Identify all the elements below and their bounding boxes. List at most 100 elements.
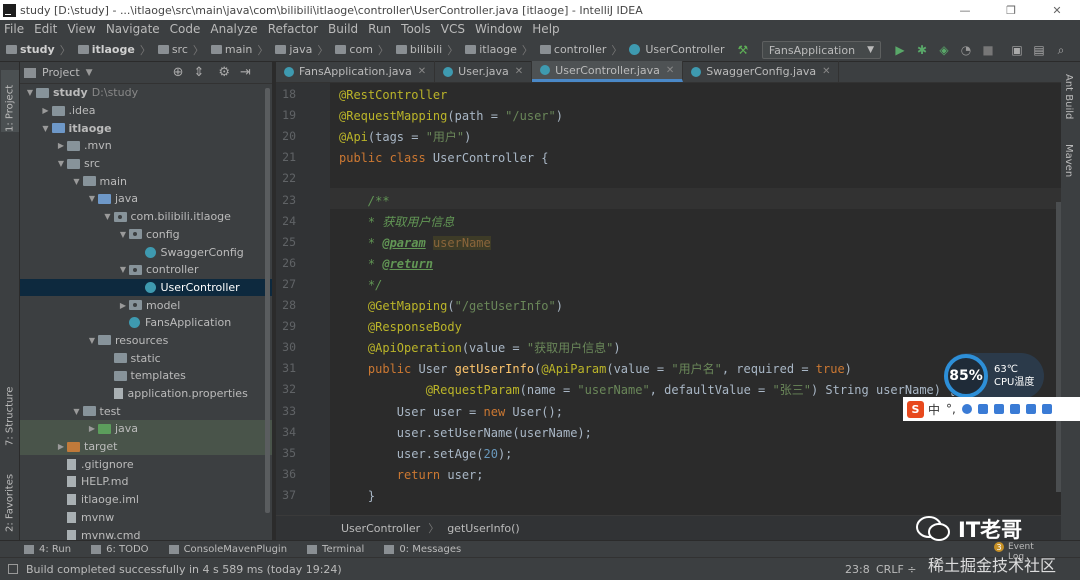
coverage-icon[interactable]: ◈	[936, 42, 952, 58]
breadcrumb-item[interactable]: java 〉	[275, 42, 331, 58]
tree-item[interactable]: ▼ itlaoge	[20, 119, 272, 137]
maximize-button[interactable]: ❐	[988, 0, 1034, 20]
collapse-icon[interactable]: ⇕	[193, 65, 204, 80]
tree-item[interactable]: ▼ com.bilibili.itlaoge	[20, 208, 272, 226]
tree-item[interactable]: SwaggerConfig	[20, 243, 272, 261]
hide-icon[interactable]: ⇥	[240, 65, 251, 80]
close-tab-icon[interactable]: ✕	[418, 66, 426, 77]
project-scrollbar[interactable]	[265, 88, 270, 513]
breadcrumb-item[interactable]: study 〉	[6, 42, 74, 58]
bottom-tool-tab[interactable]: 4: Run	[24, 544, 71, 555]
bottom-tool-tab[interactable]: 0: Messages	[384, 544, 461, 555]
keyboard-icon[interactable]	[993, 404, 1004, 414]
tree-item[interactable]: ▼ java	[20, 190, 272, 208]
expand-down-icon[interactable]: ▼	[102, 212, 114, 221]
code-line[interactable]: /**	[339, 191, 390, 212]
favorites-tool-tab[interactable]: 2: Favorites	[1, 460, 19, 532]
menu-navigate[interactable]: Navigate	[106, 22, 160, 36]
expand-right-icon[interactable]: ▶	[55, 141, 67, 150]
tree-item[interactable]: HELP.md	[20, 473, 272, 491]
expand-down-icon[interactable]: ▼	[86, 194, 98, 203]
tree-item[interactable]: ▼ controller	[20, 261, 272, 279]
code-line[interactable]: public User getUserInfo(@ApiParam(value …	[339, 359, 852, 380]
bottom-tool-tab[interactable]: 6: TODO	[91, 544, 149, 555]
code-line[interactable]: * 获取用户信息	[339, 212, 454, 233]
tree-item[interactable]: ▶ java	[20, 420, 272, 438]
breadcrumb-item[interactable]: itlaoge 〉	[77, 42, 154, 58]
tree-item[interactable]: static	[20, 349, 272, 367]
expand-right-icon[interactable]: ▶	[86, 424, 98, 433]
tree-item[interactable]: itlaoge.iml	[20, 491, 272, 509]
tree-item[interactable]: UserController	[20, 278, 272, 297]
shirt-icon[interactable]	[1025, 404, 1036, 414]
microphone-icon[interactable]	[977, 404, 988, 414]
menu-file[interactable]: File	[4, 22, 24, 36]
menu-build[interactable]: Build	[328, 22, 358, 36]
profile-icon[interactable]: ◔	[958, 42, 974, 58]
minimize-button[interactable]: —	[942, 0, 988, 20]
menu-refactor[interactable]: Refactor	[268, 22, 318, 36]
locate-icon[interactable]: ⊕	[173, 65, 184, 80]
tree-item[interactable]: .gitignore	[20, 455, 272, 473]
code-line[interactable]: user.setUserName(userName);	[339, 423, 592, 444]
code-line[interactable]: @RequestMapping(path = "/user")	[339, 106, 563, 127]
expand-down-icon[interactable]: ▼	[55, 159, 67, 168]
ime-chinese-mode[interactable]: 中	[928, 401, 940, 418]
breadcrumb-item[interactable]: controller 〉	[539, 42, 625, 58]
code-line[interactable]: return user;	[339, 465, 484, 486]
bottom-tool-tab[interactable]: ConsoleMavenPlugin	[168, 544, 287, 555]
project-panel-title[interactable]: Project	[42, 66, 80, 79]
tree-item[interactable]: ▼ main	[20, 172, 272, 190]
close-tab-icon[interactable]: ✕	[666, 65, 674, 76]
menu-view[interactable]: View	[67, 22, 95, 36]
code-line[interactable]: @Api(tags = "用户")	[339, 127, 471, 148]
code-line[interactable]: public class UserController {	[339, 148, 549, 169]
expand-down-icon[interactable]: ▼	[40, 124, 52, 133]
code-line[interactable]: }	[339, 486, 375, 507]
skin-icon[interactable]	[1009, 404, 1020, 414]
debug-icon[interactable]: ✱	[914, 42, 930, 58]
menu-window[interactable]: Window	[475, 22, 522, 36]
breadcrumb-class[interactable]: UserController	[341, 522, 420, 535]
expand-right-icon[interactable]: ▶	[117, 301, 129, 310]
code-line[interactable]: @RestController	[339, 85, 447, 106]
tree-item[interactable]: FansApplication	[20, 314, 272, 332]
tree-item[interactable]: ▼ study D:\study	[20, 84, 272, 102]
search-icon[interactable]: ⌕	[1053, 42, 1069, 58]
expand-down-icon[interactable]: ▼	[117, 265, 129, 274]
tree-item[interactable]: ▼ test	[20, 402, 272, 420]
ant-build-tab[interactable]: Ant Build	[1063, 74, 1074, 119]
menu-code[interactable]: Code	[170, 22, 201, 36]
stop-icon[interactable]: ■	[980, 42, 996, 58]
code-line[interactable]: user.setAge(20);	[339, 444, 513, 465]
tree-item[interactable]: ▶ .mvn	[20, 137, 272, 155]
menu-tools[interactable]: Tools	[401, 22, 431, 36]
menu-help[interactable]: Help	[532, 22, 559, 36]
expand-down-icon[interactable]: ▼	[24, 88, 36, 97]
emoji-icon[interactable]	[961, 404, 972, 414]
code-content[interactable]: @RestController @RequestMapping(path = "/…	[339, 83, 1059, 515]
editor-tab[interactable]: UserController.java ✕	[532, 61, 684, 82]
run-config-select[interactable]: FansApplication ▼	[761, 41, 881, 59]
tree-item[interactable]: ▼ src	[20, 155, 272, 173]
close-tab-icon[interactable]: ✕	[822, 66, 830, 77]
tree-item[interactable]: templates	[20, 367, 272, 385]
line-separator[interactable]: CRLF ÷	[876, 563, 917, 576]
gear-icon[interactable]: ⚙	[218, 65, 230, 80]
bottom-tool-tab[interactable]: Terminal	[307, 544, 364, 555]
grid-menu-icon[interactable]	[1041, 404, 1052, 414]
tree-item[interactable]: ▼ config	[20, 226, 272, 244]
code-line[interactable]: @RequestParam(name = "userName", default…	[339, 380, 956, 401]
cursor-position[interactable]: 23:8	[845, 563, 870, 576]
menu-vcs[interactable]: VCS	[441, 22, 465, 36]
chevron-down-icon[interactable]: ▼	[86, 68, 93, 78]
editor-tab[interactable]: FansApplication.java ✕	[276, 61, 436, 82]
close-button[interactable]: ✕	[1034, 0, 1080, 20]
menu-run[interactable]: Run	[368, 22, 391, 36]
project-structure-icon[interactable]: ▣	[1009, 42, 1025, 58]
expand-down-icon[interactable]: ▼	[71, 177, 83, 186]
tree-item[interactable]: ▶ .idea	[20, 102, 272, 120]
tree-item[interactable]: ▶ target	[20, 437, 272, 456]
code-line[interactable]: User user = new User();	[339, 402, 563, 423]
tree-item[interactable]: mvnw	[20, 509, 272, 527]
